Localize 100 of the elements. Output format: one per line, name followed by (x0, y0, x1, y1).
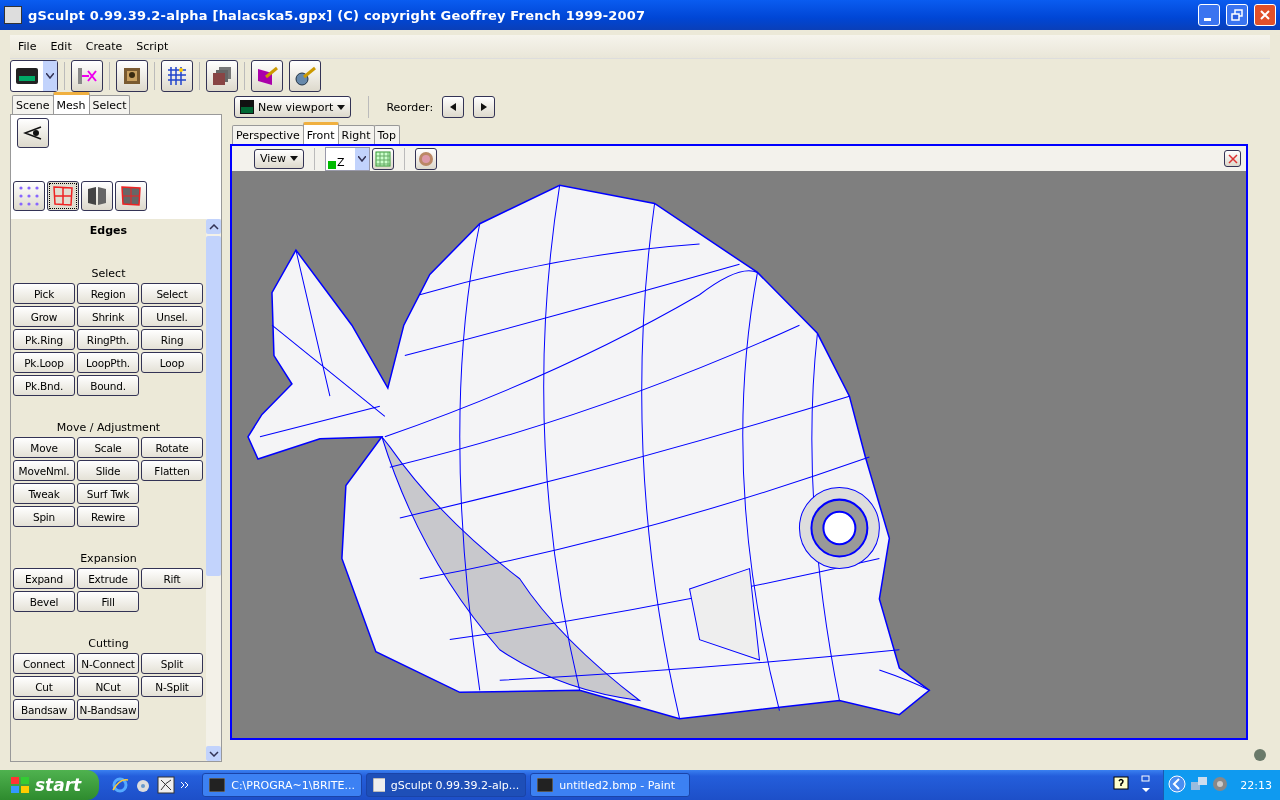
panel-title: Edges (88, 223, 129, 239)
tool-button[interactable]: Extrude (77, 568, 139, 589)
grid-icon[interactable] (161, 60, 193, 92)
layout-dropdown[interactable] (10, 60, 58, 92)
section-title: Expansion (79, 552, 138, 567)
right-arrow-icon (481, 103, 488, 111)
tool-button[interactable]: NCut (77, 676, 139, 697)
move-right-button[interactable] (473, 96, 496, 118)
scroll-up-icon[interactable] (206, 219, 221, 234)
scroll-down-icon[interactable] (206, 746, 221, 761)
tool-button[interactable]: Move (13, 437, 75, 458)
grid-toggle-icon[interactable] (371, 147, 394, 170)
tool-button[interactable]: Rewire (77, 506, 139, 527)
tool-button[interactable]: Ring (141, 329, 203, 350)
axis-color-icon (328, 160, 337, 169)
tool-button[interactable]: Pk.Loop (13, 352, 75, 373)
app-icon[interactable] (157, 776, 176, 794)
close-viewport-button[interactable] (1224, 150, 1241, 167)
tool-button[interactable]: N-Bandsaw (77, 699, 139, 720)
view-menu-button[interactable]: View (254, 148, 305, 169)
tool-button[interactable]: Pick (13, 283, 75, 304)
move-left-button[interactable] (442, 96, 465, 118)
viewport-tab[interactable]: Top (373, 125, 401, 144)
minimize-button[interactable] (1198, 4, 1220, 26)
tool-button[interactable]: Connect (13, 653, 75, 674)
tool-button[interactable]: Grow (13, 306, 75, 327)
tool-button[interactable]: Surf Twk (77, 483, 139, 504)
tool-button[interactable]: Tweak (13, 483, 75, 504)
eye-icon[interactable] (17, 118, 49, 148)
tool-button[interactable]: Pk.Ring (13, 329, 75, 350)
paint-plane-icon[interactable] (251, 60, 283, 92)
texture-icon[interactable] (414, 147, 437, 170)
viewport-tab[interactable]: Right (337, 125, 375, 144)
scrollbar[interactable] (206, 219, 221, 761)
window-icon (209, 778, 226, 792)
axis-dropdown[interactable]: Z (325, 146, 370, 171)
browser-icon[interactable] (111, 776, 130, 794)
window-icon (373, 778, 385, 792)
tool-button[interactable]: Flatten (141, 460, 203, 481)
menu-item[interactable]: File (18, 40, 37, 53)
faces-icon[interactable] (81, 181, 113, 211)
body-icon[interactable] (115, 181, 147, 211)
tool-button[interactable]: Scale (77, 437, 139, 458)
tool-button[interactable]: Select (141, 283, 203, 304)
chevron-down-icon (357, 155, 366, 162)
tool-button[interactable]: Bevel (13, 591, 75, 612)
tool-button[interactable]: Split (141, 653, 203, 674)
more-icon[interactable] (180, 781, 191, 789)
panel-tab[interactable]: Select (88, 95, 131, 114)
window-icon (537, 778, 554, 792)
restore-icon (1231, 9, 1243, 21)
tool-button[interactable]: Spin (13, 506, 75, 527)
close-icon (1227, 153, 1238, 164)
layers-icon[interactable] (206, 60, 238, 92)
taskbar-item[interactable]: C:\PROGRA~1\BRITE... (202, 773, 363, 797)
minimize-icon (1204, 17, 1211, 21)
clock: 22:13 (1240, 778, 1272, 792)
menu-item[interactable]: Edit (50, 40, 72, 53)
tool-button[interactable]: Rotate (141, 437, 203, 458)
panel-tab[interactable]: Mesh (52, 92, 90, 114)
collapse-icon[interactable] (1168, 774, 1187, 796)
tool-button[interactable]: Rift (141, 568, 203, 589)
remove-icon[interactable] (71, 60, 103, 92)
edges-icon[interactable] (47, 181, 79, 211)
tool-button[interactable]: MoveNml. (13, 460, 75, 481)
close-icon (1259, 9, 1271, 21)
tool-button[interactable]: Slide (77, 460, 139, 481)
brush-icon[interactable] (289, 60, 321, 92)
tool-button[interactable]: Loop (141, 352, 203, 373)
tool-button[interactable]: LoopPth. (77, 352, 139, 373)
tool-button[interactable]: Bandsaw (13, 699, 75, 720)
tool-button[interactable]: Unsel. (141, 306, 203, 327)
tool-button[interactable]: Cut (13, 676, 75, 697)
taskbar-item[interactable]: untitled2.bmp - Paint (530, 773, 691, 797)
tool-button[interactable]: Fill (77, 591, 139, 612)
monitor-icon (14, 66, 40, 86)
caret-icon (337, 104, 346, 110)
viewport-tab[interactable]: Front (302, 122, 339, 144)
tool-button[interactable]: Pk.Bnd. (13, 375, 75, 396)
section-title: Select (90, 267, 127, 282)
tool-button[interactable]: Expand (13, 568, 75, 589)
picture-icon[interactable] (116, 60, 148, 92)
reorder-label: Reorder: (386, 100, 434, 114)
panel-tab[interactable]: Scene (12, 95, 54, 114)
tool-button[interactable]: Bound. (77, 375, 139, 396)
monitor-icon (240, 100, 254, 114)
tool-button[interactable]: N-Split (141, 676, 203, 697)
tool-button[interactable]: Region (77, 283, 139, 304)
left-arrow-icon (450, 103, 457, 111)
vertices-icon[interactable] (13, 181, 45, 211)
new-viewport-button[interactable]: New viewport (234, 96, 352, 118)
tool-button[interactable]: RingPth. (77, 329, 139, 350)
menu-item[interactable]: Script (136, 40, 169, 53)
close-button[interactable] (1254, 4, 1276, 26)
taskbar-item[interactable]: gSculpt 0.99.39.2-alp... (366, 773, 527, 797)
viewport-tab[interactable]: Perspective (232, 125, 304, 144)
tool-button[interactable]: N-Connect (77, 653, 139, 674)
restore-button[interactable] (1226, 4, 1248, 26)
menu-item[interactable]: Create (85, 40, 123, 53)
tool-button[interactable]: Shrink (77, 306, 139, 327)
